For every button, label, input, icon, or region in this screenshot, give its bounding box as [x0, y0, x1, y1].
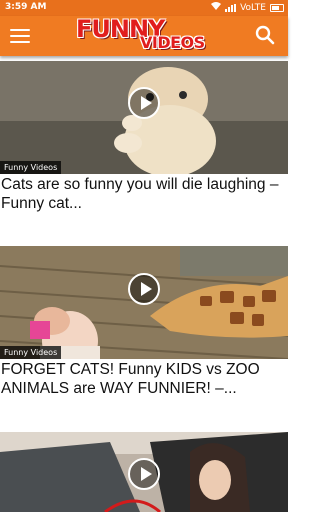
video-thumbnail[interactable]: Funny Videos	[0, 61, 288, 174]
channel-badge: Funny Videos	[0, 161, 62, 174]
video-card[interactable]: Funny Videos Cats are so funny you will …	[0, 61, 288, 213]
video-card[interactable]	[0, 432, 288, 512]
signal-icon	[225, 3, 237, 12]
app-bar: FUNNY VIDEOS	[0, 15, 288, 56]
hamburger-menu-icon[interactable]	[10, 24, 34, 48]
play-button[interactable]	[128, 87, 160, 119]
battery-icon	[270, 3, 284, 12]
status-icons: VoLTE	[211, 2, 284, 13]
channel-badge: Funny Videos	[0, 346, 62, 359]
video-feed[interactable]: Funny Videos Cats are so funny you will …	[0, 56, 288, 512]
status-bar: 3:59 AM VoLTE	[0, 0, 288, 16]
logo-videos-text: VIDEOS	[140, 33, 205, 52]
video-card[interactable]: Funny Videos FORGET CATS! Funny KIDS vs …	[0, 246, 288, 398]
play-button[interactable]	[128, 273, 160, 305]
status-time: 3:59 AM	[5, 2, 47, 12]
play-button[interactable]	[128, 458, 160, 490]
video-title[interactable]: Cats are so funny you will die laughing …	[0, 174, 288, 213]
app-logo: FUNNY VIDEOS	[76, 15, 216, 55]
video-title[interactable]: FORGET CATS! Funny KIDS vs ZOO ANIMALS a…	[0, 359, 288, 398]
video-thumbnail[interactable]	[0, 432, 288, 512]
search-icon[interactable]	[252, 22, 278, 48]
video-thumbnail[interactable]: Funny Videos	[0, 246, 288, 359]
wifi-icon	[211, 2, 222, 13]
network-label: VoLTE	[240, 2, 266, 13]
